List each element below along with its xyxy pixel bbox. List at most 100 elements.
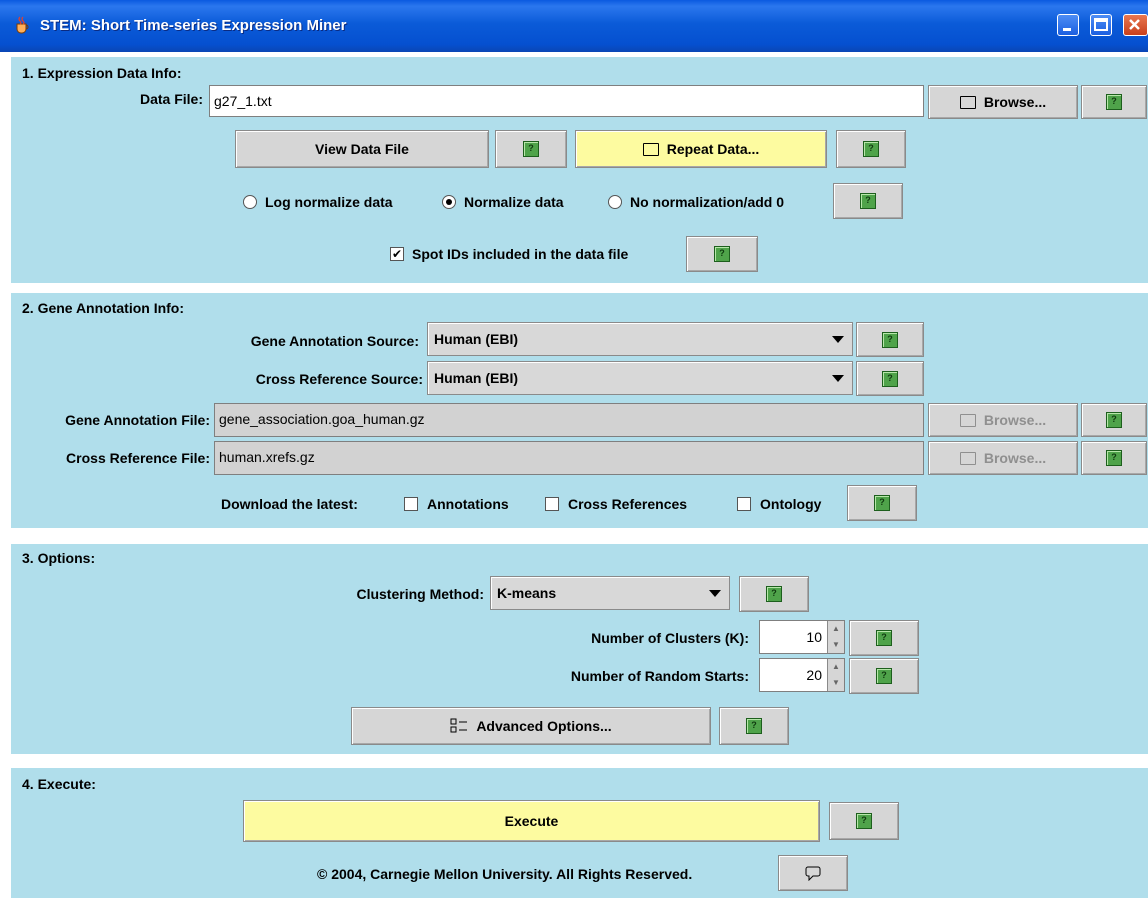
spinner-up-icon[interactable]: ▲ xyxy=(827,621,844,638)
annotation-source-help-button[interactable]: ? xyxy=(856,322,924,357)
maximize-button[interactable] xyxy=(1090,14,1112,36)
close-icon xyxy=(1129,19,1140,30)
cross-reference-file-field[interactable]: human.xrefs.gz xyxy=(214,441,924,475)
browse-label: Browse... xyxy=(983,412,1047,428)
spinner-down-icon[interactable]: ▼ xyxy=(827,637,844,653)
execute-button[interactable]: Execute xyxy=(243,800,820,842)
download-help-button[interactable]: ? xyxy=(847,485,917,521)
clustering-method-help-button[interactable]: ? xyxy=(739,576,809,612)
maximize-icon xyxy=(1094,18,1108,31)
radio-no-normalization-label: No normalization/add 0 xyxy=(630,194,785,210)
chevron-down-icon xyxy=(832,336,844,343)
radio-log-normalize-label: Log normalize data xyxy=(265,194,393,210)
section-title: 1. Expression Data Info: xyxy=(22,65,182,81)
view-data-file-button[interactable]: View Data File xyxy=(235,130,489,168)
cross-reference-file-label: Cross Reference File: xyxy=(66,450,210,466)
cross-reference-source-help-button[interactable]: ? xyxy=(856,361,924,396)
spot-ids-checkbox[interactable]: ✔ xyxy=(390,247,404,261)
help-icon: ? xyxy=(523,141,539,157)
radio-log-normalize[interactable] xyxy=(243,195,257,209)
gene-annotation-panel: 2. Gene Annotation Info: Gene Annotation… xyxy=(11,293,1148,528)
help-icon: ? xyxy=(876,630,892,646)
dropdown-value: Human (EBI) xyxy=(434,370,518,386)
gene-annotation-source-dropdown[interactable]: Human (EBI) xyxy=(427,322,853,356)
clustering-method-dropdown[interactable]: K-means xyxy=(490,576,730,610)
cross-reference-source-dropdown[interactable]: Human (EBI) xyxy=(427,361,853,395)
spot-ids-help-button[interactable]: ? xyxy=(686,236,758,272)
section-title: 3. Options: xyxy=(22,550,96,566)
annotation-file-help-button[interactable]: ? xyxy=(1081,403,1147,437)
window-titlebar[interactable]: STEM: Short Time-series Expression Miner xyxy=(0,0,1148,52)
folder-open-icon xyxy=(959,451,976,465)
browse-cross-reference-file-button[interactable]: Browse... xyxy=(928,441,1078,475)
normalization-help-button[interactable]: ? xyxy=(833,183,903,219)
radio-no-normalization[interactable] xyxy=(608,195,622,209)
expression-data-panel: 1. Expression Data Info: Data File: g27_… xyxy=(11,57,1148,283)
execute-help-button[interactable]: ? xyxy=(829,802,899,840)
execute-label: Execute xyxy=(504,813,559,829)
folder-open-icon xyxy=(959,413,976,427)
ontology-checkbox[interactable] xyxy=(737,497,751,511)
data-file-field[interactable]: g27_1.txt xyxy=(209,85,924,117)
dropdown-value: Human (EBI) xyxy=(434,331,518,347)
ontology-checkbox-label: Ontology xyxy=(760,496,822,512)
section-title: 2. Gene Annotation Info: xyxy=(22,300,185,316)
chevron-down-icon xyxy=(832,375,844,382)
folder-open-icon xyxy=(959,95,976,109)
browse-data-file-button[interactable]: Browse... xyxy=(928,85,1078,119)
chevron-down-icon xyxy=(709,590,721,597)
help-icon: ? xyxy=(876,668,892,684)
spinner-value: 10 xyxy=(806,629,822,645)
copyright-text: © 2004, Carnegie Mellon University. All … xyxy=(317,866,693,882)
window-title: STEM: Short Time-series Expression Miner xyxy=(40,17,347,34)
annotations-checkbox-label: Annotations xyxy=(427,496,509,512)
num-clusters-spinner[interactable]: 10 ▲ ▼ xyxy=(759,620,845,654)
browse-label: Browse... xyxy=(983,94,1047,110)
cross-references-checkbox[interactable] xyxy=(545,497,559,511)
gene-annotation-file-label: Gene Annotation File: xyxy=(65,412,210,428)
dropdown-value: K-means xyxy=(497,585,557,601)
minimize-icon xyxy=(1063,28,1071,31)
view-data-help-button[interactable]: ? xyxy=(495,130,567,168)
repeat-data-help-button[interactable]: ? xyxy=(836,130,906,168)
num-random-starts-spinner[interactable]: 20 ▲ ▼ xyxy=(759,658,845,692)
advanced-options-label: Advanced Options... xyxy=(476,718,612,734)
data-file-label: Data File: xyxy=(139,91,203,107)
clustering-method-label: Clustering Method: xyxy=(356,586,484,602)
help-icon: ? xyxy=(1106,94,1122,110)
minimize-button[interactable] xyxy=(1057,14,1079,36)
browse-label: Browse... xyxy=(983,450,1047,466)
gene-annotation-file-field[interactable]: gene_association.goa_human.gz xyxy=(214,403,924,437)
num-random-starts-help-button[interactable]: ? xyxy=(849,658,919,694)
data-file-help-button[interactable]: ? xyxy=(1081,85,1147,119)
radio-normalize[interactable] xyxy=(442,195,456,209)
spinner-value: 20 xyxy=(806,667,822,683)
help-icon: ? xyxy=(863,141,879,157)
repeat-data-button[interactable]: Repeat Data... xyxy=(575,130,827,168)
about-button[interactable] xyxy=(778,855,848,891)
help-icon: ? xyxy=(714,246,730,262)
help-icon: ? xyxy=(1106,412,1122,428)
help-icon: ? xyxy=(860,193,876,209)
help-icon: ? xyxy=(1106,450,1122,466)
spinner-up-icon[interactable]: ▲ xyxy=(827,659,844,676)
options-panel: 3. Options: Clustering Method: K-means ?… xyxy=(11,544,1148,754)
close-button[interactable] xyxy=(1123,14,1148,36)
num-clusters-label: Number of Clusters (K): xyxy=(591,630,749,646)
help-icon: ? xyxy=(882,370,898,387)
cross-reference-file-help-button[interactable]: ? xyxy=(1081,441,1147,475)
folder-open-icon xyxy=(642,142,659,156)
help-icon: ? xyxy=(856,813,872,829)
options-list-icon xyxy=(450,718,468,733)
annotations-checkbox[interactable] xyxy=(404,497,418,511)
advanced-options-help-button[interactable]: ? xyxy=(719,707,789,745)
gene-annotation-source-label: Gene Annotation Source: xyxy=(250,333,419,349)
advanced-options-button[interactable]: Advanced Options... xyxy=(351,707,711,745)
download-latest-label: Download the latest: xyxy=(221,496,358,512)
repeat-data-label: Repeat Data... xyxy=(666,141,760,157)
spinner-down-icon[interactable]: ▼ xyxy=(827,675,844,691)
num-clusters-help-button[interactable]: ? xyxy=(849,620,919,656)
view-data-file-label: View Data File xyxy=(315,141,409,157)
browse-annotation-file-button[interactable]: Browse... xyxy=(928,403,1078,437)
section-title: 4. Execute: xyxy=(22,776,96,792)
